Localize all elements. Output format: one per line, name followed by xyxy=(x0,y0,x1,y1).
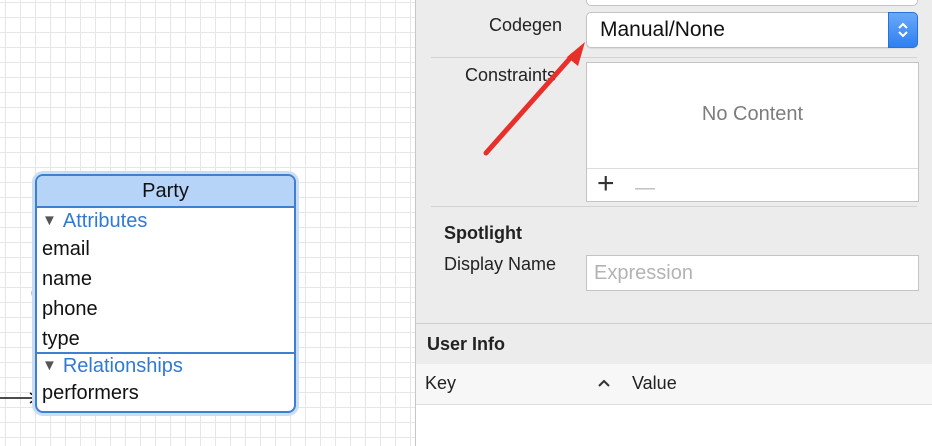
disclosure-triangle-icon[interactable]: ▼ xyxy=(42,354,57,378)
red-arrow-annotation-icon xyxy=(483,42,585,156)
codegen-label: Codegen xyxy=(489,15,563,35)
separator xyxy=(431,206,917,207)
relationships-label: Relationships xyxy=(62,355,183,377)
user-info-table-header: Key Value xyxy=(416,364,932,405)
attribute-row[interactable]: email xyxy=(37,234,294,264)
relationships-section-header[interactable]: ▼ Relationships xyxy=(37,354,294,378)
entity-title: Party xyxy=(37,176,294,208)
attributes-label: Attributes xyxy=(62,210,148,232)
attributes-section-header[interactable]: ▼ Attributes xyxy=(37,208,294,234)
sort-ascending-icon[interactable] xyxy=(597,378,611,388)
previous-popup-clipped[interactable] xyxy=(586,0,918,6)
constraints-toolbar: + — xyxy=(587,168,918,201)
remove-icon[interactable]: — xyxy=(635,175,655,201)
user-info-header: User Info xyxy=(427,334,506,354)
disclosure-triangle-icon[interactable]: ▼ xyxy=(42,208,57,234)
display-name-input[interactable] xyxy=(587,256,918,290)
codegen-value: Manual/None xyxy=(600,18,725,41)
key-column-header[interactable]: Key xyxy=(425,373,456,394)
constraints-table[interactable]: No Content + — xyxy=(586,62,919,202)
spotlight-header: Spotlight xyxy=(444,223,522,243)
user-info-table-body[interactable] xyxy=(416,405,932,446)
relationship-arrow-icon xyxy=(0,392,39,404)
empty-state-text: No Content xyxy=(701,103,804,125)
attribute-row[interactable]: name xyxy=(37,264,294,294)
attribute-row[interactable]: phone xyxy=(37,294,294,324)
display-name-label: Display Name xyxy=(444,254,557,274)
value-column-header[interactable]: Value xyxy=(632,373,677,394)
user-info-section-bar: User Info xyxy=(416,323,932,365)
add-icon[interactable]: + xyxy=(597,169,615,199)
up-down-stepper-icon[interactable] xyxy=(888,12,918,48)
entity-party[interactable]: Party ▼ Attributes email name phone type… xyxy=(35,174,296,413)
display-name-field[interactable] xyxy=(586,255,919,291)
attribute-row[interactable]: type xyxy=(37,324,294,352)
model-editor-canvas[interactable]: Party ▼ Attributes email name phone type… xyxy=(0,0,415,446)
codegen-popup[interactable]: Manual/None xyxy=(586,12,918,48)
relationship-row[interactable]: performers xyxy=(37,378,294,408)
